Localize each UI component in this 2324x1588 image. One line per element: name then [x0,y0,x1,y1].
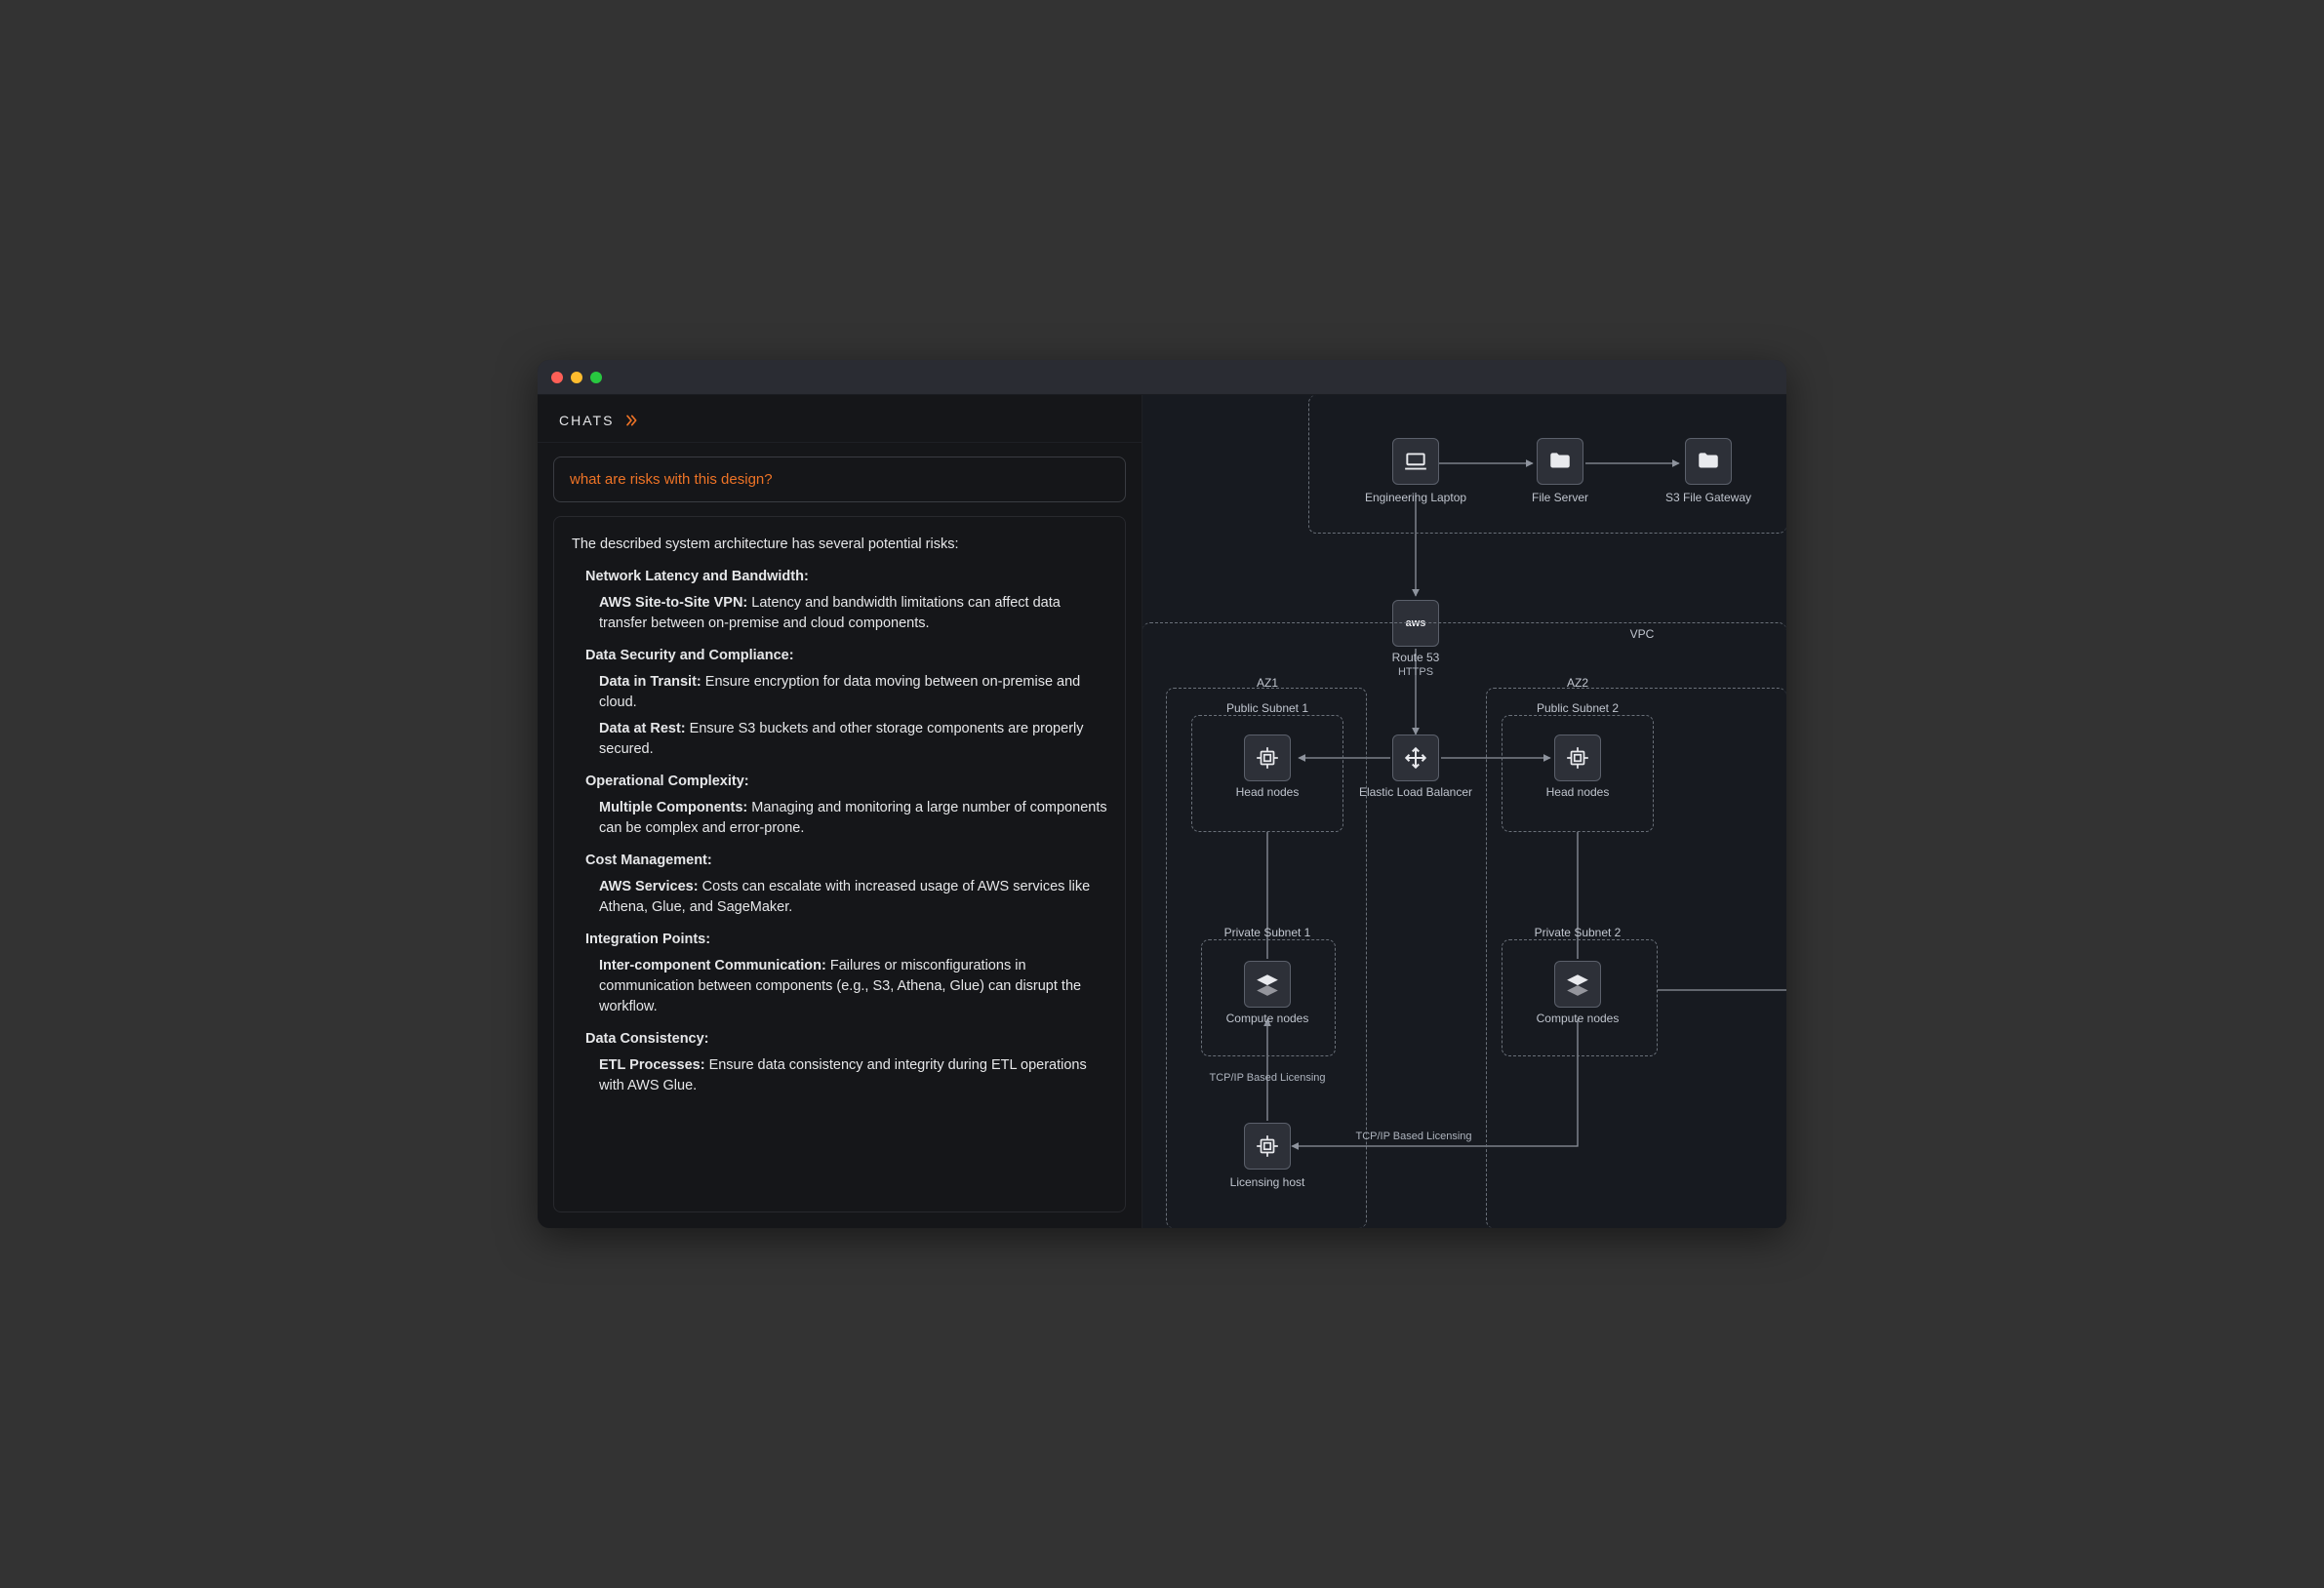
subnet-label: Public Subnet 2 [1537,701,1619,715]
section-heading: Data Consistency: [585,1029,1107,1050]
folder-icon [1696,449,1721,474]
item-title: Inter-component Communication: [599,958,826,973]
az-label: AZ2 [1567,676,1588,690]
user-message[interactable]: what are risks with this design? [553,457,1126,502]
section-heading: Cost Management: [585,851,1107,871]
folder-icon [1547,449,1573,474]
section-heading: Integration Points: [585,930,1107,950]
answer-intro: The described system architecture has se… [572,535,1107,555]
section-heading: Network Latency and Bandwidth: [585,567,1107,587]
cpu-icon [1255,745,1280,771]
node-label: Head nodes [1199,785,1336,799]
item-title: Data in Transit: [599,674,701,690]
titlebar[interactable] [538,360,1786,395]
node-head-nodes-2[interactable] [1554,734,1601,781]
section-heading: Operational Complexity: [585,772,1107,792]
node-licensing-host[interactable] [1244,1123,1291,1170]
chat-pane: CHATS what are risks with this design? T… [538,395,1142,1228]
edge-label: TCP/IP Based Licensing [1345,1131,1482,1142]
node-label: Licensing host [1199,1175,1336,1189]
node-head-nodes-1[interactable] [1244,734,1291,781]
move-icon [1403,745,1428,771]
edge-label: TCP/IP Based Licensing [1199,1072,1336,1084]
diagram-pane[interactable]: Engineering Laptop File Server S3 File G… [1142,395,1786,1228]
chevron-right-double-icon [623,413,639,428]
item-title: Data at Rest: [599,721,686,736]
section-heading: Data Security and Compliance: [585,646,1107,666]
node-label: Elastic Load Balancer [1347,785,1484,799]
node-label: File Server [1492,491,1628,504]
app-window: CHATS what are risks with this design? T… [538,360,1786,1228]
node-label: Compute nodes [1509,1012,1646,1025]
vpc-label: VPC [1630,627,1655,641]
close-icon[interactable] [551,372,563,383]
node-file-server[interactable] [1537,438,1583,485]
node-label: S3 File Gateway [1640,491,1777,504]
item-title: Multiple Components: [599,800,747,815]
chats-label: CHATS [559,413,614,428]
item-title: AWS Services: [599,879,699,894]
item-title: AWS Site-to-Site VPN: [599,595,747,611]
subnet-label: Public Subnet 1 [1226,701,1308,715]
subnet-label: Private Subnet 1 [1224,926,1311,939]
minimize-icon[interactable] [571,372,582,383]
chats-header[interactable]: CHATS [538,395,1142,443]
cpu-icon [1255,1133,1280,1159]
az-label: AZ1 [1257,676,1278,690]
item-title: ETL Processes: [599,1057,705,1073]
node-label: Head nodes [1509,785,1646,799]
laptop-icon [1403,449,1428,474]
node-elb[interactable] [1392,734,1439,781]
subnet-label: Private Subnet 2 [1535,926,1622,939]
node-compute-1[interactable] [1244,961,1291,1008]
node-s3-gateway[interactable] [1685,438,1732,485]
node-compute-2[interactable] [1554,961,1601,1008]
assistant-message[interactable]: The described system architecture has se… [553,516,1126,1212]
layers-icon [1565,972,1590,997]
layers-icon [1255,972,1280,997]
node-label: Engineering Laptop [1347,491,1484,504]
maximize-icon[interactable] [590,372,602,383]
cpu-icon [1565,745,1590,771]
node-eng-laptop[interactable] [1392,438,1439,485]
node-label: Compute nodes [1199,1012,1336,1025]
